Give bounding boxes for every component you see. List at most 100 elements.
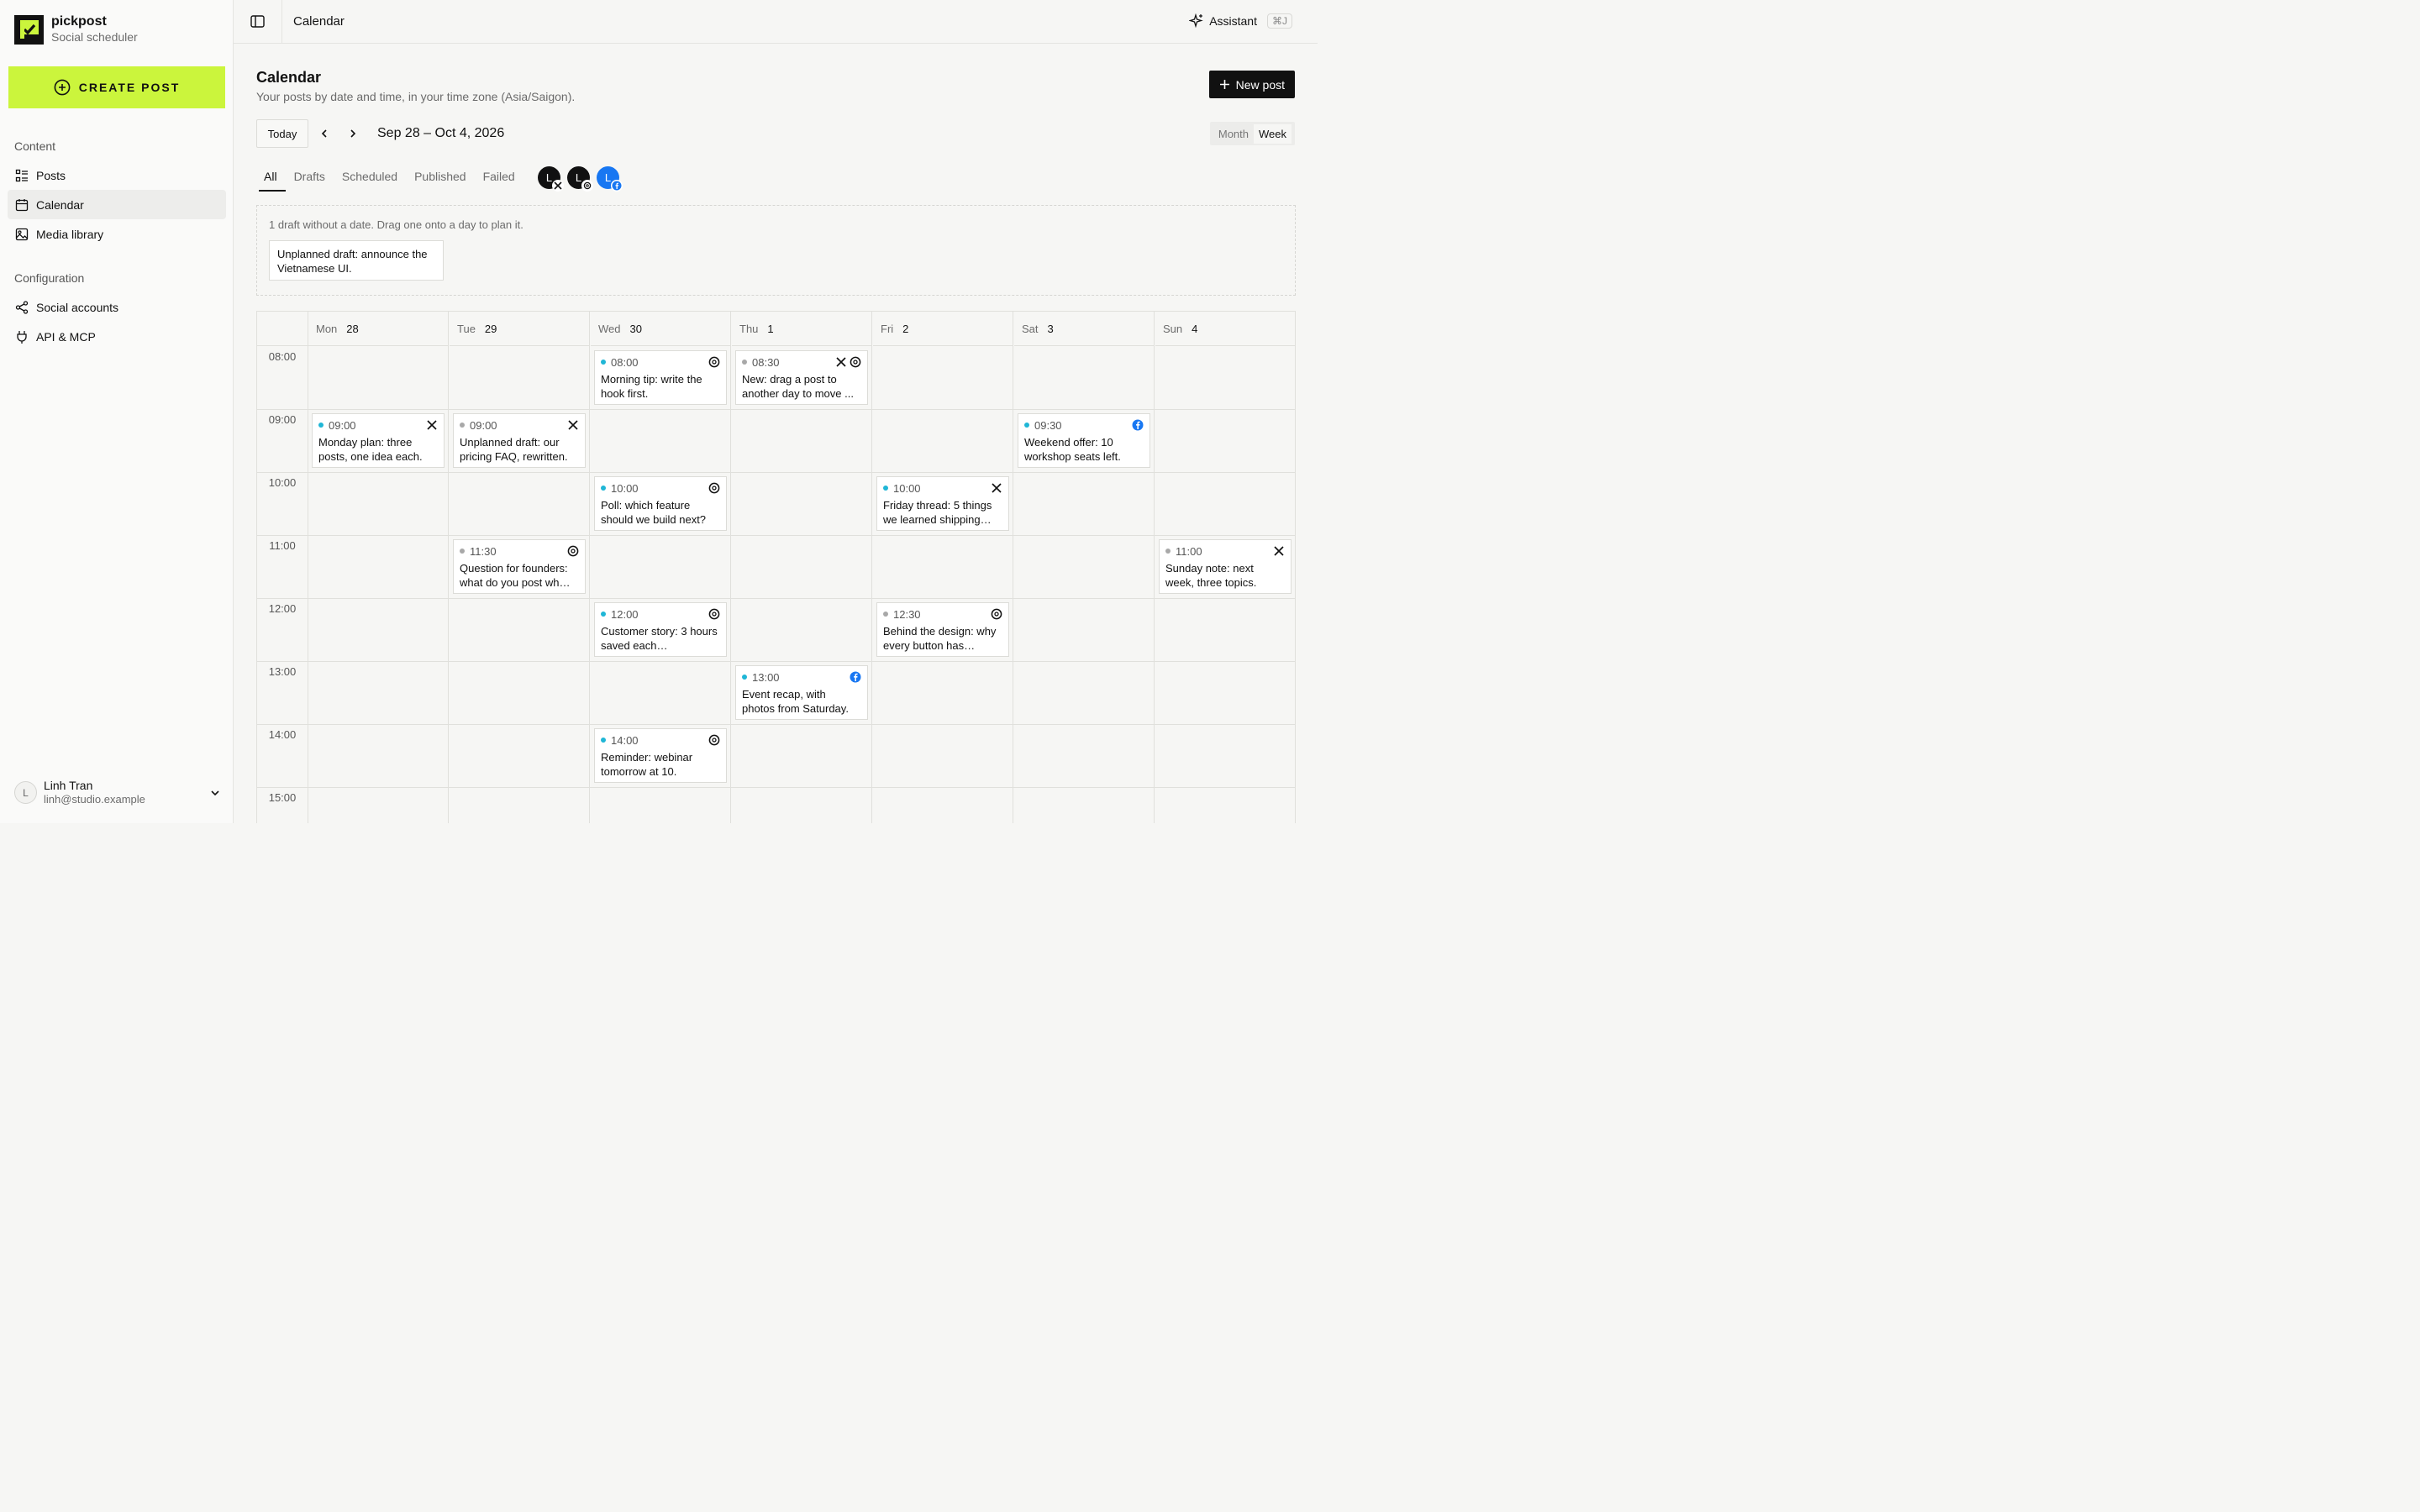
sidebar-item-api-mcp[interactable]: API & MCP xyxy=(8,322,226,351)
threads-icon xyxy=(850,356,861,368)
post-networks xyxy=(1273,545,1285,557)
account-initial: L xyxy=(575,171,582,184)
today-button[interactable]: Today xyxy=(256,119,308,148)
post-card[interactable]: 14:00 Reminder: webinar tomorrow at 10. xyxy=(594,728,727,783)
post-time: 10:00 xyxy=(893,481,921,495)
scheduled-status-dot xyxy=(601,612,606,617)
tab-published[interactable]: Published xyxy=(406,165,475,192)
prev-week-button[interactable] xyxy=(317,126,332,141)
brand-name: pickpost xyxy=(51,14,107,29)
unplanned-drafts-area[interactable]: 1 draft without a date. Drag one onto a … xyxy=(256,205,1296,296)
sidebar: pickpost Social scheduler CREATE POST Co… xyxy=(0,0,234,823)
day-name: Thu xyxy=(739,322,759,335)
post-card-header: 11:00 xyxy=(1165,545,1285,558)
threads-icon xyxy=(567,545,579,557)
sidebar-item-media-library[interactable]: Media library xyxy=(8,219,226,249)
view-toggle: Month Week xyxy=(1209,122,1295,145)
plus-circle-icon xyxy=(54,79,71,96)
post-text: Behind the design: why every button has… xyxy=(883,625,997,652)
create-post-label: CREATE POST xyxy=(78,81,181,94)
x-icon xyxy=(991,482,1002,494)
draft-status-dot xyxy=(883,612,888,617)
scheduled-status-dot xyxy=(318,423,324,428)
date-range: Sep 28 – Oct 4, 2026 xyxy=(377,126,505,140)
facebook-icon xyxy=(1132,419,1144,431)
hour-label: 13:00 xyxy=(268,665,297,678)
hour-label: 09:00 xyxy=(268,413,297,426)
next-week-button[interactable] xyxy=(345,126,360,141)
scheduled-status-dot xyxy=(883,486,888,491)
user-menu[interactable]: L Linh Tran linh@studio.example xyxy=(14,779,221,806)
unplanned-draft-card[interactable]: Unplanned draft: announce the Vietnamese… xyxy=(269,240,444,281)
grid-line xyxy=(448,312,449,823)
tab-scheduled[interactable]: Scheduled xyxy=(334,165,406,192)
post-networks xyxy=(991,608,1002,620)
post-text: New: drag a post to another day to move … xyxy=(742,373,854,400)
post-card[interactable]: 12:30 Behind the design: why every button… xyxy=(876,602,1009,657)
assistant-button[interactable]: Assistant ⌘J xyxy=(1189,13,1292,29)
post-card-header: 10:00 xyxy=(883,481,1002,495)
brand[interactable]: pickpost Social scheduler xyxy=(14,14,138,45)
avatar: L xyxy=(14,781,37,804)
sidebar-toggle-button[interactable] xyxy=(234,0,282,44)
post-card[interactable]: 09:00 Monday plan: three posts, one idea … xyxy=(312,413,445,468)
account-initial: L xyxy=(545,171,553,184)
account-filter-x[interactable]: L xyxy=(538,166,564,192)
threads-icon xyxy=(991,608,1002,620)
new-post-button[interactable]: New post xyxy=(1208,71,1295,98)
view-month-button[interactable]: Month xyxy=(1213,124,1254,144)
image-icon xyxy=(15,228,29,240)
create-post-button[interactable]: CREATE POST xyxy=(8,66,225,108)
post-card-header: 13:00 xyxy=(742,671,861,684)
sidebar-item-label: Social accounts xyxy=(36,300,119,314)
day-number: 3 xyxy=(1047,322,1054,335)
post-card[interactable]: 09:30 Weekend offer: 10 workshop seats le… xyxy=(1018,413,1150,468)
grid-line xyxy=(589,312,590,823)
post-card[interactable]: 08:30 New: drag a post to another day to … xyxy=(735,350,868,405)
plug-icon xyxy=(17,330,27,344)
sidebar-item-social-accounts[interactable]: Social accounts xyxy=(8,292,226,322)
tab-all[interactable]: All xyxy=(259,165,286,192)
list-icon xyxy=(15,169,28,181)
post-time: 09:30 xyxy=(1034,418,1062,432)
sidebar-item-posts[interactable]: Posts xyxy=(8,160,226,190)
post-card[interactable]: 10:00 Friday thread: 5 things we learned … xyxy=(876,476,1009,531)
day-name: Tue xyxy=(457,322,476,335)
threads-icon xyxy=(708,608,720,620)
tab-drafts[interactable]: Drafts xyxy=(286,165,334,192)
post-card-header: 14:00 xyxy=(601,734,720,747)
account-filter-threads[interactable]: L xyxy=(567,166,593,192)
facebook-icon xyxy=(850,671,861,683)
section-label-content: Content xyxy=(14,139,56,153)
account-filter-facebook[interactable]: L xyxy=(597,166,623,192)
scheduled-status-dot xyxy=(601,738,606,743)
tab-failed[interactable]: Failed xyxy=(475,165,523,192)
post-card[interactable]: 10:00 Poll: which feature should we build… xyxy=(594,476,727,531)
post-text: Sunday note: next week, three topics. xyxy=(1165,562,1257,589)
post-card[interactable]: 08:00 Morning tip: write the hook first. xyxy=(594,350,727,405)
day-number: 28 xyxy=(346,322,359,335)
scheduled-status-dot xyxy=(601,360,606,365)
x-icon xyxy=(1273,545,1285,557)
post-card[interactable]: 11:00 Sunday note: next week, three topic… xyxy=(1159,539,1292,594)
grid-line xyxy=(871,312,872,823)
grid-line xyxy=(257,787,1296,788)
post-card[interactable]: 09:00 Unplanned draft: our pricing FAQ, r… xyxy=(453,413,586,468)
grid-corner xyxy=(257,312,308,346)
section-label-configuration: Configuration xyxy=(14,271,85,285)
page-subtitle: Your posts by date and time, in your tim… xyxy=(256,90,576,103)
post-card[interactable]: 12:00 Customer story: 3 hours saved each… xyxy=(594,602,727,657)
threads-icon xyxy=(708,356,720,368)
threads-icon xyxy=(581,180,593,192)
chevron-down-icon xyxy=(211,790,219,795)
topbar-title: Calendar xyxy=(293,14,345,29)
sidebar-item-calendar[interactable]: Calendar xyxy=(8,190,226,219)
post-card[interactable]: 13:00 Event recap, with photos from Satur… xyxy=(735,665,868,720)
post-networks xyxy=(708,734,720,746)
view-week-button[interactable]: Week xyxy=(1254,123,1292,144)
day-header: Thu 1 xyxy=(732,312,872,346)
post-card[interactable]: 11:30 Question for founders: what do you … xyxy=(453,539,586,594)
post-networks xyxy=(708,482,720,494)
day-header: Mon 28 xyxy=(308,312,449,346)
sidebar-item-label: API & MCP xyxy=(36,329,96,344)
